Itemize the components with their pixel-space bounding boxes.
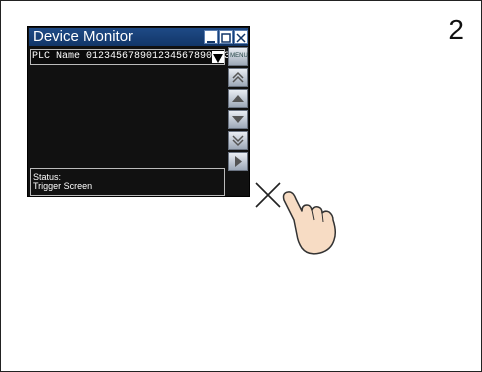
plc-dropdown-button[interactable] [212,51,224,63]
restore-icon [221,33,231,43]
side-toolbar: MENU [228,47,248,175]
plc-name-selector[interactable]: PLC Name 0123456789012345678901234 [30,49,236,65]
status-box: Status: Trigger Screen [30,168,225,196]
scroll-down-button[interactable] [228,110,248,129]
title-bar[interactable]: Device Monitor [29,28,248,46]
menu-label: MENU [230,53,248,59]
menu-button[interactable]: MENU [228,47,248,66]
device-monitor-window[interactable]: Device Monitor PLC Name 0123456789012345… [27,26,250,197]
restore-button[interactable] [219,30,233,44]
page-top-icon [232,71,244,83]
page-bottom-button[interactable] [228,131,248,150]
dropdown-arrow-icon [213,54,223,63]
scroll-down-icon [232,116,244,123]
play-icon [235,156,242,167]
scroll-up-icon [232,95,244,102]
status-value: Trigger Screen [33,181,93,191]
minimize-icon [207,41,215,43]
minimize-button[interactable] [204,30,218,44]
page-top-button[interactable] [228,68,248,87]
close-button[interactable] [234,30,248,44]
step-number: 2 [448,14,464,45]
play-button[interactable] [228,152,248,171]
window-title: Device Monitor [33,28,134,45]
page-bottom-icon [232,135,244,147]
close-icon [236,33,246,43]
plc-name-text: PLC Name 0123456789012345678901234 [32,51,237,62]
scroll-up-button[interactable] [228,89,248,108]
pointing-hand-icon [282,191,337,255]
